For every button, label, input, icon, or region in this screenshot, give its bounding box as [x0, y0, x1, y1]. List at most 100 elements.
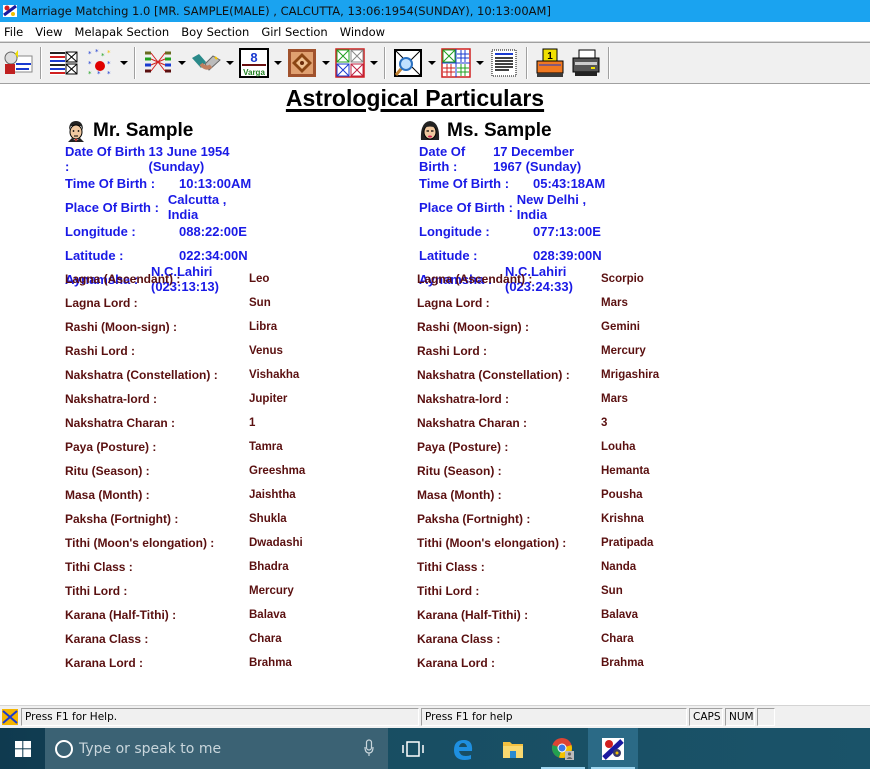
print-one-icon: 1 [535, 48, 565, 78]
girl-birth-row: Date Of Birth : 17 December 1967 (Sunday) [419, 144, 605, 174]
birth-value: 13 June 1954 (Sunday) [148, 144, 230, 174]
menu-file[interactable]: File [0, 25, 29, 39]
magnifier-chart-button[interactable] [390, 46, 426, 80]
stars-chart-dropdown[interactable] [118, 46, 130, 80]
girl-header: Ms. Sample [419, 119, 552, 143]
birth-label: Time Of Birth : [65, 175, 156, 191]
particular-label: Karana Class : [65, 632, 149, 646]
edge-button[interactable] [438, 728, 488, 769]
mandala-button[interactable] [284, 46, 320, 80]
chevron-down-icon [226, 61, 234, 65]
particular-label: Paya (Posture) : [65, 440, 157, 454]
quad-charts-button[interactable] [332, 46, 368, 80]
task-view-button[interactable] [388, 728, 438, 769]
quad-charts-dropdown[interactable] [368, 46, 380, 80]
profile-card-button[interactable] [0, 46, 36, 80]
handshake-button[interactable] [188, 46, 224, 80]
svg-text:8: 8 [250, 50, 257, 65]
menu-view[interactable]: View [29, 25, 68, 39]
stars-chart-icon: * * * * * * * * * [85, 48, 115, 78]
status-extra [757, 708, 775, 726]
title-bar: Marriage Matching 1.0 [MR. SAMPLE(MALE) … [0, 0, 870, 22]
particular-label: Ritu (Season) : [65, 464, 150, 478]
stars-chart-button[interactable]: * * * * * * * * * [82, 46, 118, 80]
particular-value: Mrigashira [601, 369, 660, 381]
boy-birth-row: Place Of Birth : Calcutta , India [65, 192, 251, 222]
varga-dropdown[interactable] [272, 46, 284, 80]
male-avatar-icon [65, 120, 87, 142]
print-one-button[interactable]: 1 [532, 46, 568, 80]
particular-value: Hemanta [601, 465, 650, 477]
particular-label: Tithi Lord : [65, 584, 128, 598]
varga-button[interactable]: 8 Varga [236, 46, 272, 80]
edge-icon [454, 739, 473, 760]
start-button[interactable] [0, 728, 45, 769]
birth-value: 088:22:00E [179, 223, 247, 239]
folder-icon [503, 741, 523, 758]
menu-window[interactable]: Window [334, 25, 391, 39]
female-avatar-icon [419, 120, 441, 142]
boy-particular-row: Rashi Lord : Venus [65, 339, 305, 363]
marriage-matching-taskbar-button[interactable] [588, 728, 638, 769]
chrome-button[interactable] [538, 728, 588, 769]
birth-value: 077:13:00E [533, 223, 601, 239]
status-caps: CAPS [689, 708, 723, 726]
grid-charts-icon [441, 48, 471, 78]
menu-boy-section[interactable]: Boy Section [175, 25, 255, 39]
girl-particular-row: Ritu (Season) : Hemanta [417, 459, 659, 483]
girl-particular-row: Rashi (Moon-sign) : Gemini [417, 315, 659, 339]
microphone-icon[interactable] [364, 739, 374, 757]
toolbar-separator [526, 47, 528, 79]
toolbar-separator [134, 47, 136, 79]
birth-value: New Delhi , India [516, 192, 587, 222]
particular-value: Chara [601, 633, 634, 645]
mandala-dropdown[interactable] [320, 46, 332, 80]
boy-particular-row: Nakshatra (Constellation) : Vishakha [65, 363, 305, 387]
document-list-button[interactable] [486, 46, 522, 80]
boy-particular-row: Lagna (Ascendant) : Leo [65, 267, 305, 291]
birth-label: Time Of Birth : [419, 175, 510, 191]
chart-table-button[interactable] [46, 46, 82, 80]
svg-text:1: 1 [547, 51, 553, 62]
matching-lines-button[interactable] [140, 46, 176, 80]
particular-value: Krishna [601, 513, 644, 525]
boy-particular-row: Ritu (Season) : Greeshma [65, 459, 305, 483]
particular-label: Karana (Half-Tithi) : [65, 608, 177, 622]
grid-charts-button[interactable] [438, 46, 474, 80]
boy-particular-row: Paya (Posture) : Tamra [65, 435, 305, 459]
magnifier-chart-dropdown[interactable] [426, 46, 438, 80]
file-explorer-button[interactable] [488, 728, 538, 769]
matching-lines-dropdown[interactable] [176, 46, 188, 80]
menu-girl-section[interactable]: Girl Section [255, 25, 333, 39]
girl-particular-row: Nakshatra (Constellation) : Mrigashira [417, 363, 659, 387]
boy-particulars: Lagna (Ascendant) : Leo Lagna Lord : Sun Ras… [65, 267, 305, 675]
girl-particular-row: Nakshatra Charan : 3 [417, 411, 659, 435]
app-logo-icon [2, 3, 18, 19]
boy-particular-row: Tithi Lord : Mercury [65, 579, 305, 603]
magnifier-chart-icon [393, 48, 423, 78]
taskbar-search[interactable]: Type or speak to me [45, 728, 388, 769]
chart-table-icon [49, 48, 79, 78]
particular-value: Greeshma [249, 465, 306, 477]
particular-label: Karana Class : [417, 632, 501, 646]
birth-value: 028:39:00N [533, 247, 602, 263]
toolbar-separator [384, 47, 386, 79]
document-list-icon [489, 48, 519, 78]
particular-label: Tithi (Moon's elongation) : [417, 536, 567, 550]
printer-button[interactable] [568, 46, 604, 80]
svg-text:*: * [107, 60, 111, 68]
svg-text:*: * [97, 70, 101, 78]
particular-value: 3 [601, 417, 608, 429]
girl-particular-row: Paya (Posture) : Louha [417, 435, 659, 459]
girl-particular-row: Karana Lord : Brahma [417, 651, 659, 675]
handshake-dropdown[interactable] [224, 46, 236, 80]
grid-charts-dropdown[interactable] [474, 46, 486, 80]
menu-melapak-section[interactable]: Melapak Section [69, 25, 176, 39]
particular-value: Sun [601, 585, 623, 597]
particular-label: Nakshatra Charan : [417, 416, 528, 430]
handshake-icon [191, 48, 221, 78]
toolbar-separator [40, 47, 42, 79]
birth-label: Date Of Birth : [65, 144, 146, 174]
particular-value: Libra [249, 321, 278, 333]
toolbar-separator [608, 47, 610, 79]
